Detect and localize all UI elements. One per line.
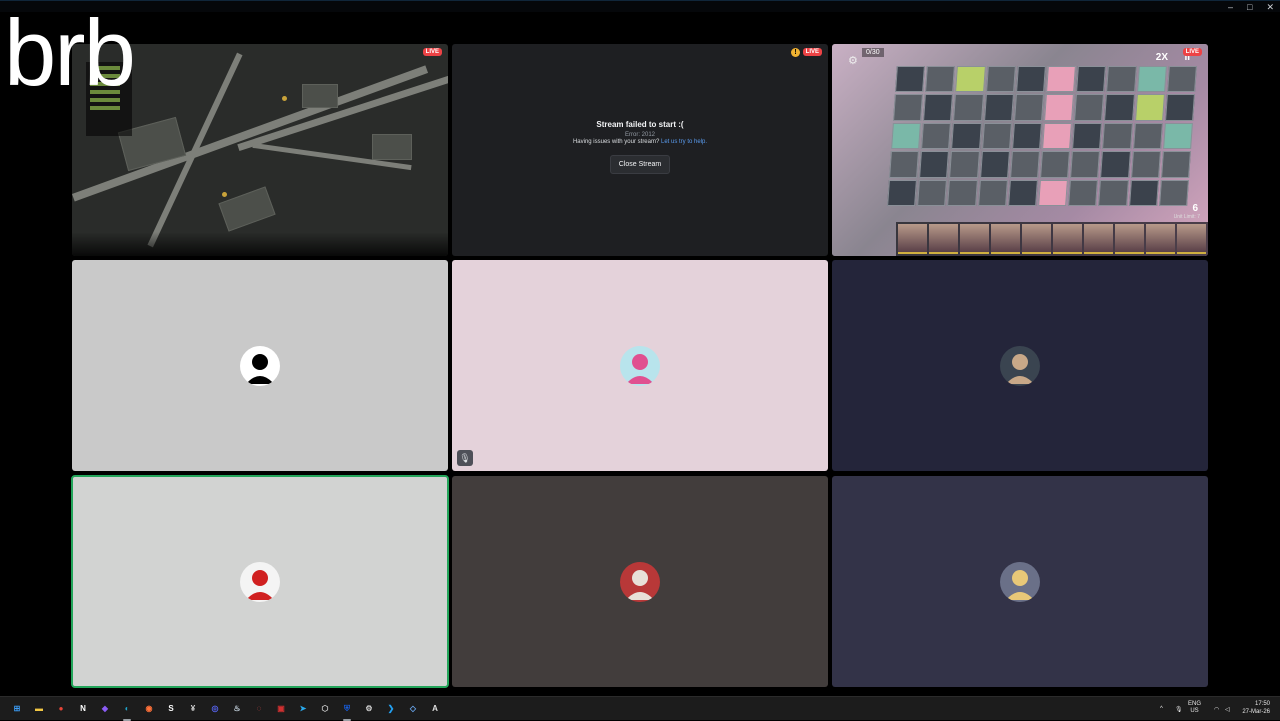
help-prefix: Having issues with your stream? bbox=[572, 139, 660, 145]
participant-tile[interactable] bbox=[832, 476, 1208, 687]
edge-icon[interactable]: ◐ bbox=[120, 702, 134, 721]
chrome-icon[interactable]: ● bbox=[54, 702, 68, 716]
close-button[interactable]: ✕ bbox=[1266, 2, 1274, 13]
taskbar-clock[interactable]: 17:50 27-Mar-26 bbox=[1242, 700, 1270, 716]
settings-icon[interactable]: ⚙ bbox=[362, 702, 376, 716]
warning-icon: ! bbox=[791, 48, 800, 57]
participant-tile[interactable]: 🎙 bbox=[452, 260, 828, 471]
language-indicator[interactable]: ENG US bbox=[1188, 701, 1201, 715]
help-link[interactable]: Let us try to help. bbox=[661, 139, 707, 145]
stream-error-title: Stream failed to start :( bbox=[596, 120, 684, 129]
clock-date: 27-Mar-26 bbox=[1242, 709, 1270, 715]
vscode-icon[interactable]: ❯ bbox=[384, 702, 398, 716]
stream-help-text: Having issues with your stream? Let us t… bbox=[452, 139, 828, 145]
window-controls: – □ ✕ bbox=[1228, 2, 1274, 13]
operator-bar bbox=[896, 222, 1208, 256]
stream-tile-game[interactable]: ⚙ 0/30 2X II 6 Unit Limit: 7 LIVE bbox=[832, 44, 1208, 256]
avatar bbox=[240, 561, 280, 602]
unit-limit: Unit Limit: 7 bbox=[1173, 214, 1200, 220]
participant-tile[interactable] bbox=[452, 476, 828, 687]
app-v-icon[interactable]: ¥ bbox=[186, 702, 200, 716]
live-badge: LIVE bbox=[422, 48, 442, 56]
app-hex-icon[interactable]: ⬡ bbox=[318, 702, 332, 716]
lang-code: ENG bbox=[1188, 701, 1202, 707]
stream-error-code: Error: 2012 bbox=[624, 132, 655, 138]
notion-icon[interactable]: N bbox=[76, 702, 90, 716]
minimize-button[interactable]: – bbox=[1228, 2, 1233, 13]
map-hud-bar bbox=[72, 232, 448, 256]
tray-chevron-icon[interactable]: ^ bbox=[1160, 697, 1163, 721]
game-board bbox=[887, 66, 1197, 206]
lang-region: US bbox=[1190, 708, 1199, 714]
muted-mic-icon: 🎙 bbox=[457, 450, 473, 466]
taskbar: ⊞ ▬ ● N ◆ ◐ ◉ S ¥ ◎ ♨ ◌ ▣ ➤ ⬡ ⛨ ⚙ ❯ ◇ A ^ 🎙 ENG US ◠ ◁ 17:5… bbox=[0, 696, 1280, 721]
participant-tile[interactable] bbox=[832, 260, 1208, 471]
speed-toggle: 2X bbox=[1155, 52, 1168, 63]
obsidian-icon[interactable]: ◆ bbox=[98, 702, 112, 716]
firefox-icon[interactable]: ◉ bbox=[142, 702, 156, 716]
discord-icon[interactable]: ◎ bbox=[208, 702, 222, 716]
avatar bbox=[620, 561, 660, 602]
start-icon[interactable]: ⊞ bbox=[10, 702, 24, 716]
app-circle-icon[interactable]: ◌ bbox=[252, 702, 266, 716]
app-s-icon[interactable]: S bbox=[164, 702, 178, 716]
steam-icon[interactable]: ♨ bbox=[230, 702, 244, 716]
participant-tile[interactable] bbox=[71, 475, 449, 688]
wifi-icon[interactable]: ◠ bbox=[1214, 697, 1219, 721]
clock-time: 17:50 bbox=[1254, 701, 1270, 707]
avatar bbox=[240, 345, 280, 386]
live-badge: LIVE bbox=[1182, 48, 1202, 56]
tray-mic-icon[interactable]: 🎙 bbox=[1175, 697, 1183, 721]
volume-icon[interactable]: ◁ bbox=[1225, 697, 1230, 721]
app-a-icon[interactable]: A bbox=[428, 702, 442, 716]
kill-counter: 0/30 bbox=[862, 48, 884, 57]
app-red-icon[interactable]: ▣ bbox=[274, 702, 288, 716]
close-stream-button[interactable]: Close Stream bbox=[609, 155, 671, 174]
stream-error-message: Stream failed to start :( Error: 2012 Ha… bbox=[452, 120, 828, 174]
avatar bbox=[620, 345, 660, 386]
live-badge: LIVE bbox=[802, 48, 822, 56]
deploy-count: 6 bbox=[1192, 203, 1198, 214]
maximize-button[interactable]: □ bbox=[1247, 2, 1252, 13]
stream-tile-failed[interactable]: ! LIVE Stream failed to start :( Error: … bbox=[452, 44, 828, 256]
brb-overlay-text: brb bbox=[4, 0, 136, 105]
file-explorer-icon[interactable]: ▬ bbox=[32, 702, 46, 716]
gear-icon: ⚙ bbox=[848, 55, 858, 67]
avatar bbox=[1000, 345, 1040, 386]
title-bar: – □ ✕ bbox=[0, 0, 1280, 12]
avatar bbox=[1000, 561, 1040, 602]
app-diamond-icon[interactable]: ◇ bbox=[406, 702, 420, 716]
participant-tile[interactable] bbox=[72, 260, 448, 471]
telegram-icon[interactable]: ➤ bbox=[296, 702, 310, 716]
bitwarden-icon[interactable]: ⛨ bbox=[340, 702, 354, 721]
